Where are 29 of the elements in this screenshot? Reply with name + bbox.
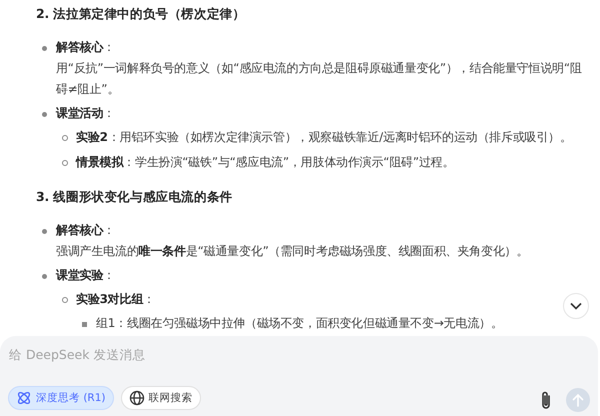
bullet-icon bbox=[62, 297, 68, 303]
bullet-icon bbox=[42, 46, 47, 50]
bullet-icon bbox=[82, 322, 87, 326]
list-item-text: 情景模拟：学生扮演“磁铁”与“感应电流”，用肢体动作演示“阻碍”过程。 bbox=[76, 154, 454, 171]
bullet-icon bbox=[62, 160, 68, 166]
list-item-text: 解答核心： bbox=[56, 222, 116, 239]
paragraph: 强调产生电流的唯一条件是“磁通量变化”（需同时考虑磁场强度、线圈面积、夹角变化）。 bbox=[56, 243, 530, 260]
arrow-up-icon bbox=[572, 393, 584, 407]
scroll-down-button[interactable] bbox=[563, 293, 589, 319]
list-item-text: 课堂活动： bbox=[56, 105, 116, 122]
bullet-icon bbox=[62, 135, 68, 141]
globe-icon bbox=[128, 390, 145, 406]
list-item-text: 解答核心： bbox=[56, 39, 116, 56]
chevron-down-icon bbox=[570, 302, 582, 310]
list-item-text: 实验2：用铝环实验（如楞次定律演示管），观察磁铁靠近/远离时铝环的运动（排斥或吸引）。 bbox=[76, 129, 572, 146]
list-item-text: 实验3对比组： bbox=[76, 291, 155, 308]
toggle-button[interactable]: 深度思考 (R1) bbox=[8, 386, 114, 410]
paperclip-icon bbox=[540, 390, 552, 410]
atom-icon bbox=[16, 390, 32, 406]
list-item-text: 课堂实验： bbox=[56, 267, 116, 284]
list-item-text: 组1：线圈在匀强磁场中拉伸（磁场不变，面积变化但磁通量不变→无电流）。 bbox=[96, 315, 503, 332]
section-heading: 2. 法拉第定律中的负号（楞次定律） bbox=[36, 5, 246, 23]
bullet-icon bbox=[42, 228, 47, 234]
paragraph: 用“反抗”一词解释负号的意义（如“感应电流的方向总是阻碍原磁通量变化”），结合能量守恒说明“阻碍≠阻止”。 bbox=[56, 60, 583, 98]
bullet-icon bbox=[42, 112, 47, 116]
message-input[interactable]: 给 DeepSeek 发送消息 bbox=[9, 344, 569, 364]
section-heading: 3. 线圈形状变化与感应电流的条件 bbox=[36, 188, 234, 206]
bullet-icon bbox=[42, 274, 47, 278]
toggle-button[interactable]: 联网搜索 bbox=[120, 386, 201, 410]
